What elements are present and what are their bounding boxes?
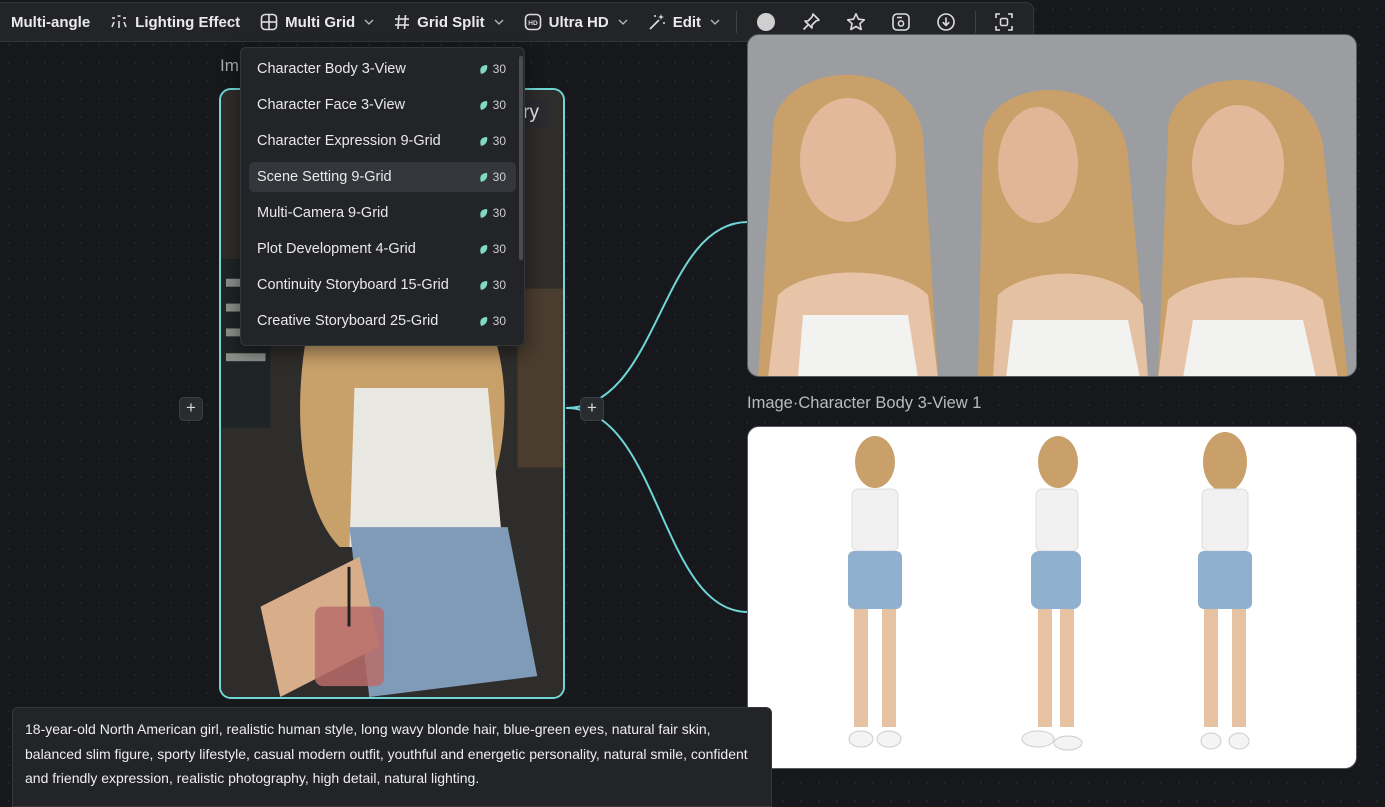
lighting-effect-label: Lighting Effect — [135, 13, 241, 31]
dropdown-item-character-body-3-view[interactable]: Character Body 3-View 30 — [249, 54, 516, 84]
credit-cost-value: 30 — [492, 134, 506, 148]
color-dot-icon — [756, 13, 775, 31]
prompt-text: 18-year-old North American girl, realist… — [25, 721, 748, 786]
body-3-view-image-node[interactable] — [747, 426, 1357, 769]
dropdown-item-multi-camera-9-grid[interactable]: Multi-Camera 9-Grid 30 — [249, 198, 516, 228]
fullscreen-icon — [995, 13, 1014, 31]
dropdown-item-label: Creative Storyboard 25-Grid — [257, 313, 439, 329]
credit-cost: 30 — [479, 314, 506, 328]
download-icon — [937, 13, 956, 31]
leaf-icon — [479, 100, 487, 110]
leaf-icon — [479, 244, 487, 254]
edit-button[interactable]: Edit — [638, 6, 730, 38]
leaf-icon — [479, 172, 487, 182]
dropdown-scrollbar[interactable] — [519, 56, 523, 260]
star-icon — [846, 13, 866, 31]
dropdown-item-label: Character Face 3-View — [257, 97, 406, 113]
credit-cost-value: 30 — [492, 98, 506, 112]
dropdown-item-scene-setting-9-grid[interactable]: Scene Setting 9-Grid 30 — [249, 162, 516, 192]
add-output-button[interactable]: + — [580, 397, 604, 421]
toolbar-divider — [736, 11, 738, 33]
dropdown-item-label: Multi-Camera 9-Grid — [257, 205, 389, 221]
dropdown-item-continuity-storyboard-15-grid[interactable]: Continuity Storyboard 15-Grid 30 — [249, 270, 516, 300]
dropdown-item-label: Scene Setting 9-Grid — [257, 169, 392, 185]
save-icon — [892, 13, 910, 31]
body-3-view-image — [748, 427, 1356, 768]
face-3-view-image-node[interactable] — [747, 34, 1357, 377]
magic-wand-icon — [649, 14, 665, 30]
credit-cost: 30 — [479, 278, 506, 292]
multi-grid-label: Multi Grid — [285, 13, 356, 31]
chevron-down-icon — [494, 19, 504, 25]
lighting-effect-button[interactable]: Lighting Effect — [100, 6, 250, 38]
grid-split-button[interactable]: Grid Split — [384, 6, 514, 38]
svg-text:HD: HD — [528, 20, 538, 27]
multi-angle-label: Multi-angle — [11, 13, 91, 31]
leaf-icon — [479, 64, 487, 74]
dropdown-item-label: Character Expression 9-Grid — [257, 133, 441, 149]
grid-icon — [260, 13, 278, 31]
left-node-label: Im — [220, 56, 239, 75]
credit-cost: 30 — [479, 98, 506, 112]
chevron-down-icon — [364, 19, 374, 25]
credit-cost-value: 30 — [492, 242, 506, 256]
dropdown-item-plot-development-4-grid[interactable]: Plot Development 4-Grid 30 — [249, 234, 516, 264]
prompt-textarea[interactable]: 18-year-old North American girl, realist… — [12, 707, 772, 807]
chevron-down-icon — [710, 19, 720, 25]
leaf-icon — [479, 136, 487, 146]
leaf-icon — [479, 316, 487, 326]
dropdown-item-label: Continuity Storyboard 15-Grid — [257, 277, 449, 293]
credit-cost: 30 — [479, 242, 506, 256]
ultra-hd-label: Ultra HD — [548, 13, 609, 31]
credit-cost-value: 30 — [492, 278, 506, 292]
ultra-hd-button[interactable]: HD Ultra HD — [514, 6, 638, 38]
hash-icon — [395, 14, 410, 30]
credit-cost-value: 30 — [492, 62, 506, 76]
toolbar-divider — [974, 11, 976, 33]
credit-cost: 30 — [479, 134, 506, 148]
credit-cost-value: 30 — [492, 170, 506, 184]
dropdown-item-label: Character Body 3-View — [257, 61, 406, 77]
dropdown-item-character-expression-9-grid[interactable]: Character Expression 9-Grid 30 — [249, 126, 516, 156]
credit-cost: 30 — [479, 170, 506, 184]
dropdown-item-label: Plot Development 4-Grid — [257, 241, 416, 257]
pin-icon — [802, 13, 820, 31]
right-node-label: Image·Character Body 3-View 1 — [747, 394, 982, 412]
multi-grid-button[interactable]: Multi Grid — [250, 6, 384, 38]
leaf-icon — [479, 280, 487, 290]
hd-icon: HD — [524, 13, 541, 31]
credit-cost: 30 — [479, 62, 506, 76]
add-input-button[interactable]: + — [179, 397, 203, 421]
credit-cost: 30 — [479, 206, 506, 220]
chevron-down-icon — [618, 19, 628, 25]
credit-cost-value: 30 — [492, 314, 506, 328]
multi-grid-dropdown: Character Body 3-View 30 Character Face … — [240, 47, 525, 346]
leaf-icon — [479, 208, 487, 218]
multi-angle-button[interactable]: Multi-angle — [1, 6, 100, 38]
grid-split-label: Grid Split — [417, 13, 485, 31]
edit-label: Edit — [672, 13, 702, 31]
lighting-icon — [111, 15, 127, 28]
credit-cost-value: 30 — [492, 206, 506, 220]
dropdown-item-creative-storyboard-25-grid[interactable]: Creative Storyboard 25-Grid 30 — [249, 306, 516, 336]
dropdown-item-character-face-3-view[interactable]: Character Face 3-View 30 — [249, 90, 516, 120]
face-3-view-image — [748, 35, 1356, 376]
